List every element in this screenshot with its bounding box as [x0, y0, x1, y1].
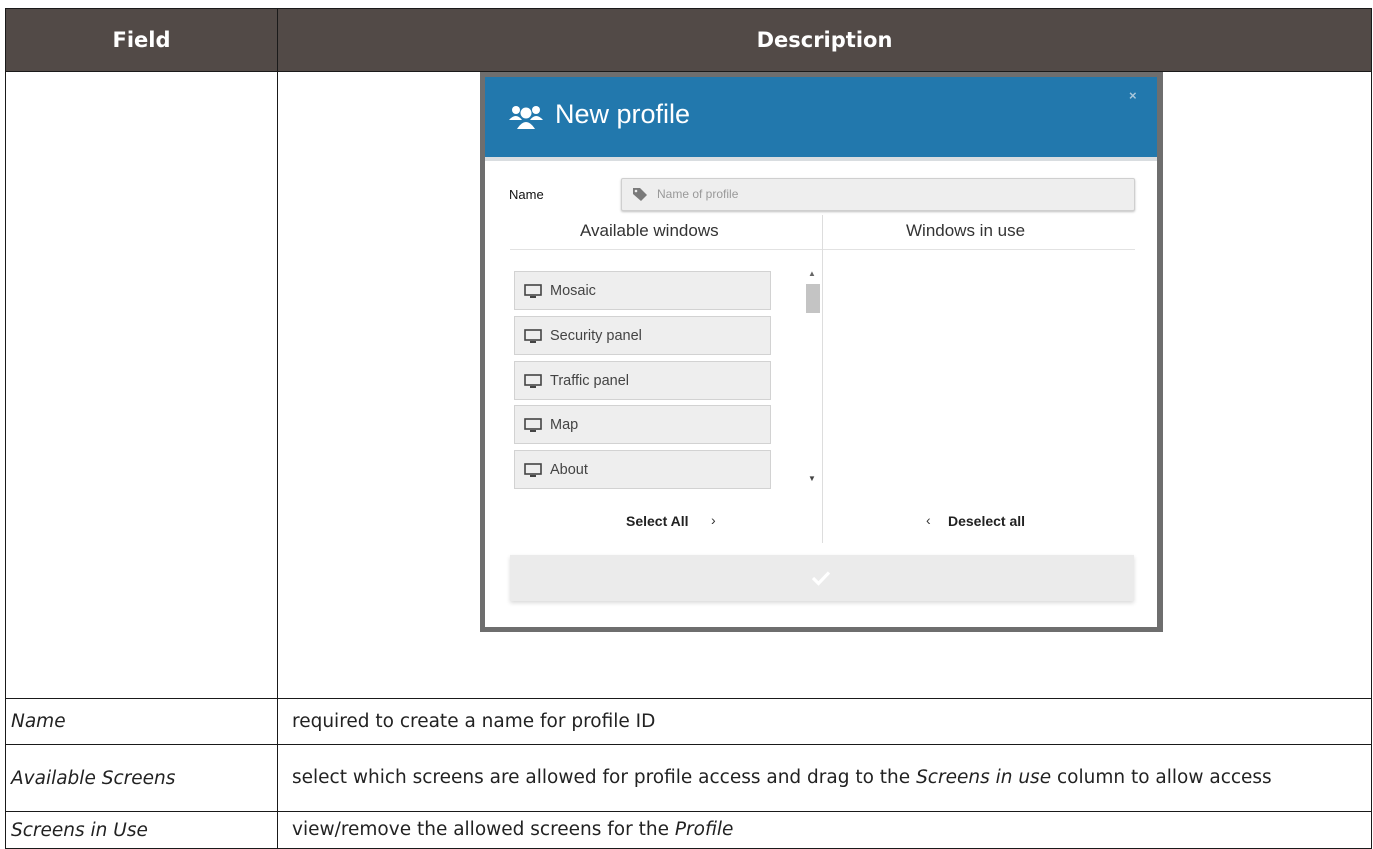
field-name: Name: [5, 698, 278, 745]
select-all-button[interactable]: Select All: [626, 513, 689, 529]
monitor-icon: [524, 284, 542, 298]
available-underline: [510, 249, 822, 250]
monitor-icon: [524, 374, 542, 388]
window-item-label: About: [550, 462, 588, 478]
screenshot-frame: New profile × Name Name of profile Avail…: [480, 72, 1163, 632]
window-item-label: Mosaic: [550, 283, 596, 299]
deselect-all-button[interactable]: Deselect all: [948, 513, 1025, 529]
scroll-up-arrow-icon[interactable]: ▲: [808, 269, 816, 278]
users-icon: [509, 106, 543, 129]
chevron-left-icon[interactable]: ‹: [926, 512, 931, 528]
window-item-traffic-panel[interactable]: Traffic panel: [514, 361, 771, 400]
window-item-map[interactable]: Map: [514, 405, 771, 444]
available-windows-heading: Available windows: [580, 221, 719, 240]
description-name: required to create a name for profile ID: [277, 698, 1372, 745]
window-item-security-panel[interactable]: Security panel: [514, 316, 771, 355]
profile-name-input[interactable]: Name of profile: [621, 178, 1135, 211]
tag-icon: [633, 188, 647, 201]
new-profile-dialog: New profile × Name Name of profile Avail…: [485, 77, 1157, 627]
in-use-underline: [823, 249, 1135, 250]
check-icon: [811, 571, 831, 586]
dialog-header: New profile ×: [485, 77, 1157, 157]
windows-in-use-heading: Windows in use: [906, 221, 1026, 240]
scroll-thumb[interactable]: [806, 284, 820, 313]
column-divider: [822, 215, 823, 543]
header-field: Field: [5, 8, 278, 72]
window-item-label: Map: [550, 417, 579, 433]
name-placeholder: Name of profile: [657, 187, 739, 201]
monitor-icon: [524, 329, 542, 343]
field-available-screens: Available Screens: [5, 744, 278, 812]
dialog-title: New profile: [555, 99, 691, 129]
window-item-about[interactable]: About: [514, 450, 771, 489]
close-icon[interactable]: ×: [1129, 88, 1137, 103]
scroll-down-arrow-icon[interactable]: ▼: [808, 474, 816, 483]
screenshot-field-cell: [5, 71, 278, 699]
header-description: Description: [277, 8, 1372, 72]
chevron-right-icon[interactable]: ›: [711, 512, 716, 528]
description-available-screens: select which screens are allowed for pro…: [277, 744, 1372, 812]
confirm-button[interactable]: [510, 555, 1134, 601]
monitor-icon: [524, 418, 542, 432]
window-item-label: Traffic panel: [550, 373, 629, 389]
header-shadow: [485, 157, 1157, 161]
window-item-label: Security panel: [550, 328, 642, 344]
name-label: Name: [509, 187, 544, 202]
monitor-icon: [524, 463, 542, 477]
window-item-mosaic[interactable]: Mosaic: [514, 271, 771, 310]
windows-scrollbar[interactable]: ▲ ▼: [804, 269, 821, 491]
